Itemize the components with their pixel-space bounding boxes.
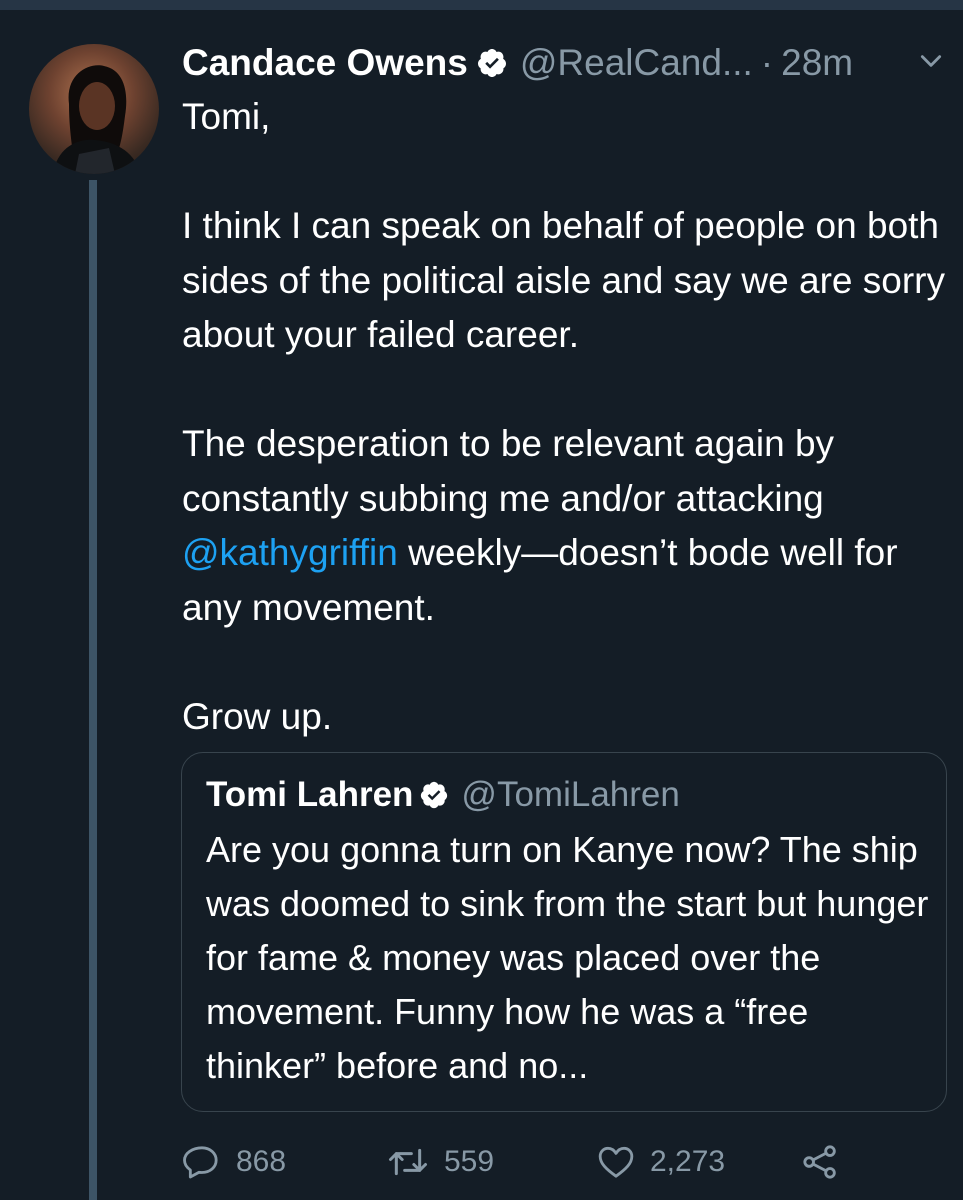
verified-badge-icon — [476, 47, 508, 79]
tweet-header: Candace Owens @RealCand... · 28m — [182, 38, 952, 88]
heart-icon — [596, 1142, 636, 1182]
separator-dot: · — [760, 42, 774, 83]
quoted-tweet-card[interactable]: Tomi Lahren @TomiLahren Are you gonna tu… — [181, 752, 947, 1112]
mention-link[interactable]: @kathygriffin — [182, 532, 398, 573]
tweet-paragraph: The desperation to be relevant again by … — [182, 417, 952, 635]
retweet-count: 559 — [444, 1145, 495, 1178]
chevron-down-icon[interactable] — [918, 48, 944, 74]
quoted-author-handle: @TomiLahren — [461, 775, 680, 814]
retweet-icon — [386, 1142, 430, 1182]
share-icon — [800, 1142, 840, 1182]
tweet-paragraph: Tomi, — [182, 96, 271, 137]
share-button[interactable] — [800, 1138, 840, 1186]
tweet-text-segment: The desperation to be relevant again by … — [182, 423, 835, 519]
reply-icon — [182, 1142, 222, 1182]
quoted-author-display-name: Tomi Lahren — [206, 775, 414, 814]
tweet-text: Tomi, I think I can speak on behalf of p… — [182, 90, 952, 744]
retweet-button[interactable]: 559 — [386, 1138, 494, 1186]
tweet-actions: 868 559 2,273 — [182, 1138, 952, 1186]
like-button[interactable]: 2,273 — [596, 1138, 725, 1186]
quoted-tweet-header: Tomi Lahren @TomiLahren — [206, 773, 680, 817]
quoted-tweet-text: Are you gonna turn on Kanye now? The shi… — [206, 829, 929, 1086]
top-divider — [0, 0, 963, 10]
author-handle[interactable]: @RealCand... — [520, 42, 753, 84]
avatar[interactable] — [29, 44, 159, 174]
verified-badge-icon — [419, 780, 449, 810]
thread-line — [89, 180, 97, 1200]
timestamp[interactable]: 28m — [781, 42, 853, 84]
reply-button[interactable]: 868 — [182, 1138, 286, 1186]
author-display-name[interactable]: Candace Owens — [182, 42, 468, 84]
like-count: 2,273 — [650, 1145, 726, 1178]
reply-count: 868 — [236, 1145, 287, 1178]
tweet-paragraph: Grow up. — [182, 695, 333, 737]
tweet-paragraph: I think I can speak on behalf of people … — [182, 205, 945, 355]
